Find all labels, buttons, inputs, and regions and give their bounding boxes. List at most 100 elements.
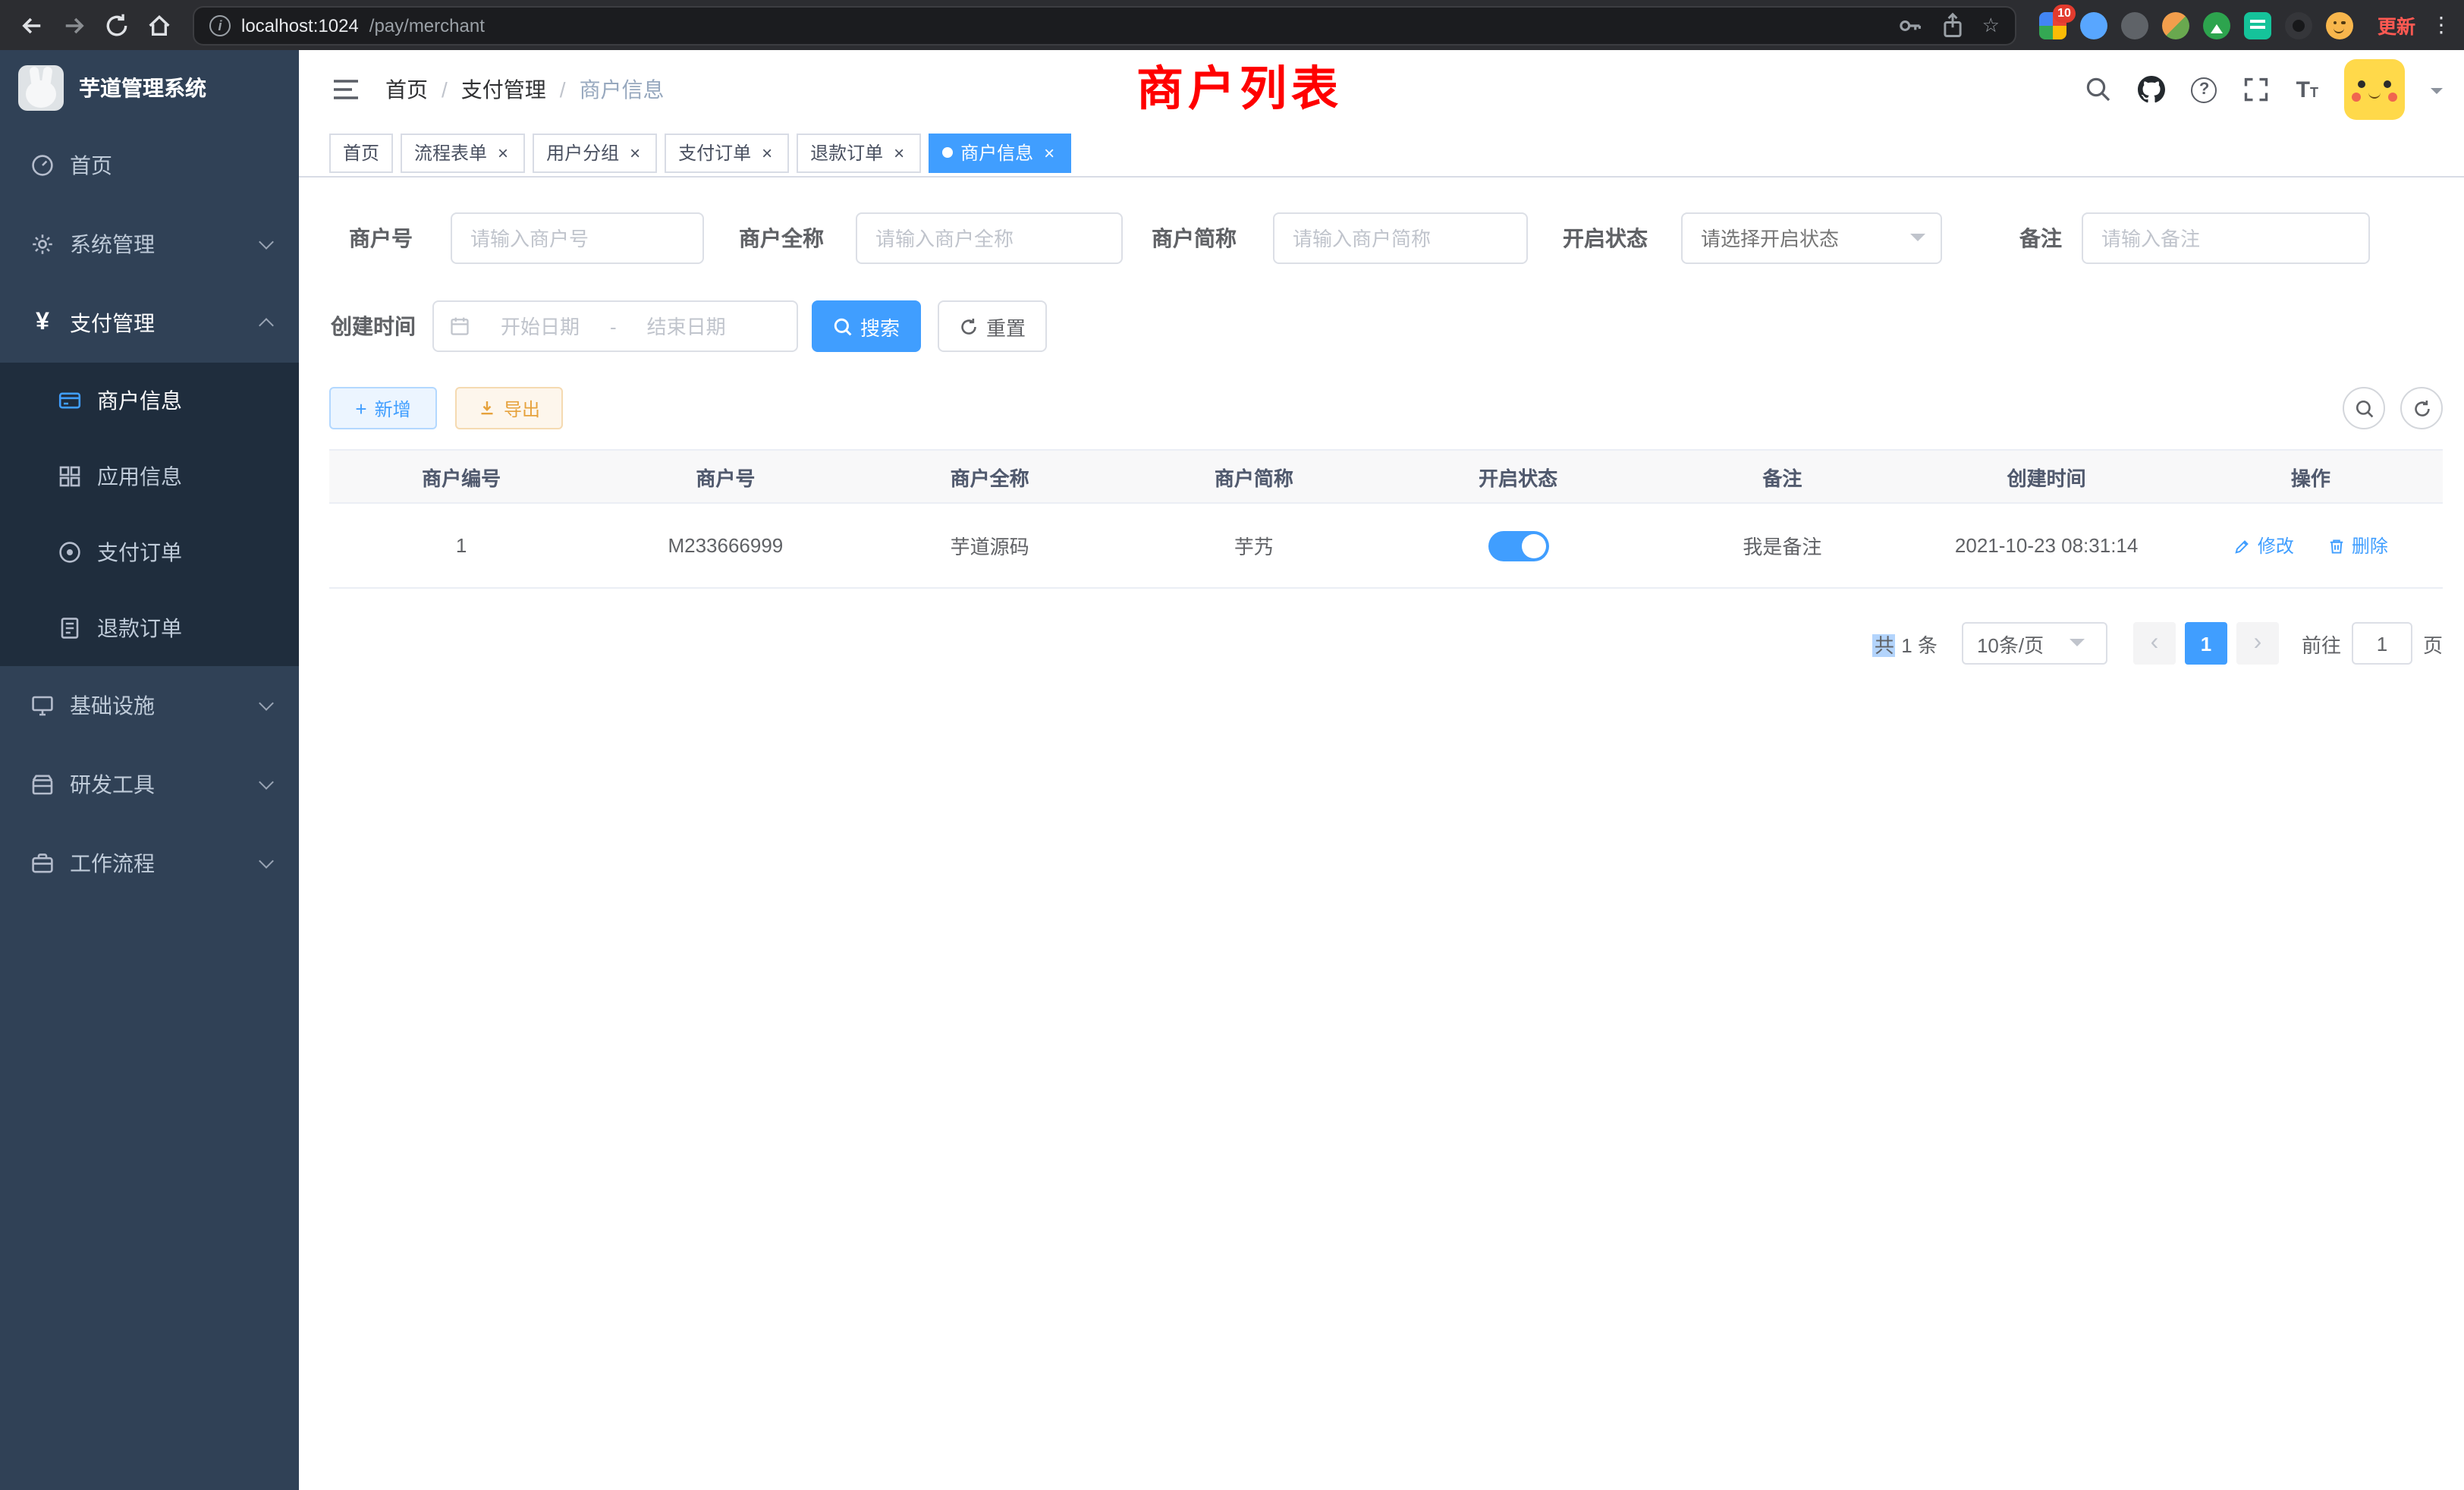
merchant-short-name-input[interactable] (1273, 212, 1528, 264)
page-1-button[interactable]: 1 (2185, 622, 2227, 665)
app-logo[interactable]: 芋道管理系统 (0, 50, 299, 126)
add-button[interactable]: + 新增 (329, 387, 437, 429)
tab-refund-order[interactable]: 退款订单× (797, 133, 921, 172)
forward-button[interactable] (55, 5, 94, 45)
close-icon[interactable]: × (627, 143, 643, 162)
site-info-icon[interactable]: i (209, 14, 231, 36)
cell-merchant-name: 芋道源码 (858, 531, 1122, 560)
sidebar-item-label: 首页 (70, 150, 112, 181)
reload-button[interactable] (97, 5, 137, 45)
font-size-icon[interactable]: TT (2296, 78, 2318, 101)
delete-link[interactable]: 删除 (2327, 533, 2388, 558)
create-time-range-picker[interactable]: - (432, 300, 798, 352)
browser-extension-icon[interactable] (2162, 11, 2189, 39)
bank-card-icon (58, 388, 82, 413)
caret-down-icon[interactable] (2431, 87, 2443, 99)
breadcrumb-home[interactable]: 首页 (385, 74, 428, 105)
reset-button[interactable]: 重置 (938, 300, 1047, 352)
sidebar-item-payment[interactable]: ¥ 支付管理 (0, 284, 299, 363)
refresh-table-button[interactable] (2400, 387, 2443, 429)
search-button[interactable]: 搜索 (812, 300, 921, 352)
remark-input[interactable] (2082, 212, 2370, 264)
browser-menu-icon[interactable]: ⋮ (2431, 12, 2452, 38)
sidebar-item-label: 支付订单 (97, 537, 182, 567)
sidebar-item-label: 工作流程 (70, 848, 155, 879)
edit-link[interactable]: 修改 (2233, 533, 2294, 558)
close-icon[interactable]: × (495, 143, 511, 162)
tab-process-form[interactable]: 流程表单× (401, 133, 525, 172)
close-icon[interactable]: × (1041, 143, 1058, 162)
browser-profile-icon[interactable] (2326, 11, 2353, 39)
user-avatar[interactable] (2344, 59, 2405, 120)
tab-payment-order[interactable]: 支付订单× (665, 133, 789, 172)
hamburger-button[interactable] (332, 76, 360, 103)
breadcrumb-payment[interactable]: 支付管理 (461, 74, 546, 105)
fullscreen-icon[interactable] (2243, 76, 2271, 103)
status-toggle[interactable] (1488, 530, 1548, 561)
sidebar-item-payment-order[interactable]: 支付订单 (0, 514, 299, 590)
browser-extension-icon[interactable] (2285, 11, 2312, 39)
update-button[interactable]: 更新 (2378, 11, 2415, 39)
tab-home[interactable]: 首页 (329, 133, 393, 172)
chevron-down-icon (1910, 234, 1925, 249)
browser-extension-icon[interactable] (2244, 11, 2271, 39)
end-date-input[interactable] (623, 315, 750, 338)
sidebar-item-workflow[interactable]: 工作流程 (0, 824, 299, 903)
export-button-label: 导出 (504, 395, 540, 421)
page-number: 1 (2201, 632, 2211, 655)
total-prefix: 共 (1873, 633, 1896, 656)
close-icon[interactable]: × (759, 143, 775, 162)
close-icon[interactable]: × (891, 143, 907, 162)
sidebar-item-system[interactable]: 系统管理 (0, 205, 299, 284)
font-size-large: T (2296, 78, 2310, 101)
sidebar-item-merchant-info[interactable]: 商户信息 (0, 363, 299, 439)
browser-extension-icon[interactable] (2080, 11, 2107, 39)
sidebar-item-infrastructure[interactable]: 基础设施 (0, 666, 299, 745)
url-path: /pay/merchant (369, 14, 485, 36)
help-icon[interactable]: ? (2192, 77, 2217, 102)
filter-label-create-time: 创建时间 (331, 300, 416, 352)
browser-extension-icon[interactable] (2203, 11, 2230, 39)
bookmark-star-icon[interactable]: ☆ (1982, 15, 2000, 35)
back-arrow-icon (18, 11, 46, 39)
password-key-icon[interactable] (1897, 11, 1925, 39)
chevron-right-icon: › (2254, 630, 2262, 657)
merchant-name-input[interactable] (856, 212, 1123, 264)
column-header: 创建时间 (1915, 462, 2179, 491)
sidebar-item-app-info[interactable]: 应用信息 (0, 439, 299, 514)
goto-page-input[interactable] (2352, 622, 2412, 665)
export-button[interactable]: 导出 (455, 387, 563, 429)
address-bar[interactable]: i localhost:1024/pay/merchant ☆ (194, 7, 2015, 43)
tab-user-group[interactable]: 用户分组× (533, 133, 657, 172)
sidebar-item-dev-tools[interactable]: 研发工具 (0, 745, 299, 824)
page-jumper: 前往 页 (2302, 622, 2443, 665)
app-header: 首页 / 支付管理 / 商户信息 ? TT (299, 50, 2464, 129)
sidebar-item-refund-order[interactable]: 退款订单 (0, 590, 299, 666)
date-separator: - (610, 315, 617, 338)
page-size-select[interactable]: 10条/页 (1962, 622, 2107, 665)
merchant-no-input[interactable] (451, 212, 704, 264)
column-header: 备注 (1650, 462, 1914, 491)
url-host: localhost:1024 (241, 14, 359, 36)
back-button[interactable] (12, 5, 52, 45)
screen: i localhost:1024/pay/merchant ☆ 10 更新 ⋮ (0, 0, 2464, 1490)
toggle-search-button[interactable] (2343, 387, 2385, 429)
status-select-field[interactable] (1683, 227, 1904, 250)
payment-submenu: 商户信息 应用信息 支付订单 退款订单 (0, 363, 299, 666)
chevron-up-icon (259, 318, 274, 333)
browser-extension-icon[interactable] (2121, 11, 2148, 39)
status-select[interactable] (1681, 212, 1942, 264)
tab-merchant-info[interactable]: 商户信息 × (929, 133, 1071, 172)
merchant-table: 商户编号 商户号 商户全称 商户简称 开启状态 备注 创建时间 操作 1 M23… (329, 449, 2443, 589)
start-date-input[interactable] (476, 315, 604, 338)
browser-extension-icon[interactable]: 10 (2039, 11, 2066, 39)
prev-page-button[interactable]: ‹ (2133, 622, 2176, 665)
sidebar-item-home[interactable]: 首页 (0, 126, 299, 205)
sidebar-item-label: 退款订单 (97, 613, 182, 643)
next-page-button[interactable]: › (2236, 622, 2279, 665)
share-icon[interactable] (1940, 11, 1967, 39)
github-icon[interactable] (2139, 76, 2166, 103)
tab-label: 商户信息 (960, 140, 1033, 165)
search-icon[interactable] (2085, 76, 2113, 103)
home-button[interactable] (140, 5, 179, 45)
